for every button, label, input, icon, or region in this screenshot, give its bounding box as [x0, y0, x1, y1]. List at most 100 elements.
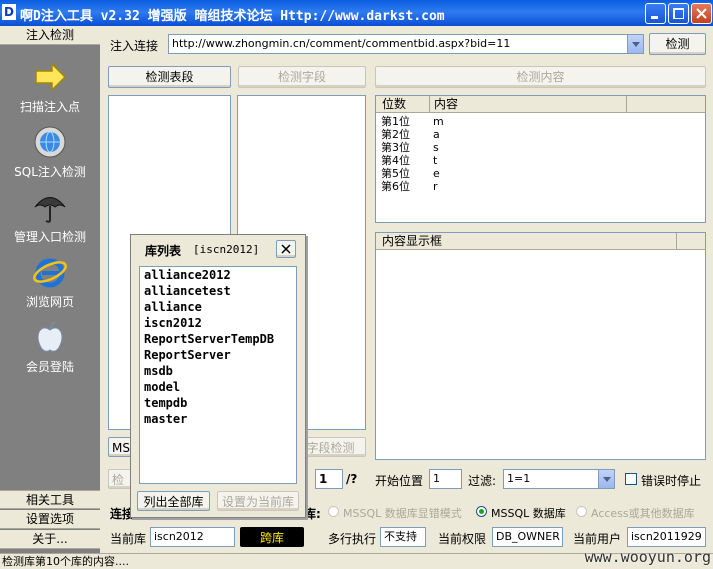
- grid-row[interactable]: 第3位: [381, 141, 410, 154]
- globe-gear-icon: [34, 126, 66, 158]
- grid-row[interactable]: 第5位: [381, 167, 410, 180]
- list-all-button[interactable]: 列出全部库: [137, 491, 210, 511]
- db-list[interactable]: alliance2012 alliancetest alliance iscn2…: [139, 266, 297, 484]
- maximize-icon: [673, 8, 684, 19]
- sidebar-item-label: 扫描注入点: [19, 100, 80, 114]
- grid-cell: e: [433, 167, 440, 180]
- list-item[interactable]: iscn2012: [144, 315, 202, 331]
- list-item[interactable]: alliancetest: [144, 283, 231, 299]
- close-button[interactable]: [691, 3, 712, 24]
- arrow-right-icon: [35, 62, 67, 92]
- grid-cell: s: [433, 141, 439, 154]
- content-display-header: 内容显示框: [376, 233, 705, 250]
- sidebar-item-member[interactable]: 会员登陆: [0, 320, 100, 384]
- content-display-title: 内容显示框: [382, 234, 443, 248]
- url-dropdown-arrow-icon[interactable]: [627, 35, 643, 53]
- radio-access-label: Access或其他数据库: [591, 507, 695, 520]
- filter-select[interactable]: 1=1: [503, 469, 615, 489]
- list-item[interactable]: ReportServer: [144, 347, 231, 363]
- window-title: 啊D注入工具 v2.32 增强版 暗组技术论坛 Http://www.darks…: [20, 9, 445, 24]
- user-field: iscn2011929: [627, 527, 706, 547]
- sidebar-item-label: 管理入口检测: [13, 230, 86, 244]
- umbrella-icon: [34, 197, 66, 223]
- radio-mssql-error[interactable]: [328, 506, 339, 517]
- ie-browser-icon: [33, 258, 67, 288]
- title-bar[interactable]: D 啊D注入工具 v2.32 增强版 暗组技术论坛 Http://www.dar…: [0, 0, 713, 26]
- radio-mssql-label: MSSQL 数据库: [491, 507, 566, 520]
- list-item[interactable]: alliance2012: [144, 267, 231, 283]
- sidebar-tab-injection[interactable]: 注入检测: [0, 26, 100, 45]
- current-db-label: 当前库: [110, 532, 147, 546]
- sidebar-tab-tools[interactable]: 相关工具: [0, 490, 100, 509]
- switch-db-button[interactable]: 跨库: [240, 527, 304, 547]
- watermark: www.wooyun.org: [584, 548, 711, 566]
- close-icon: [281, 244, 291, 254]
- list-item[interactable]: master: [144, 411, 187, 427]
- url-value: http://www.zhongmin.cn/comment/commentbi…: [172, 37, 511, 50]
- minimize-button[interactable]: [645, 3, 666, 24]
- start-position-input[interactable]: 1: [429, 469, 462, 489]
- list-item[interactable]: alliance: [144, 299, 202, 315]
- list-item[interactable]: msdb: [144, 363, 173, 379]
- list-item[interactable]: tempdb: [144, 395, 187, 411]
- radio-mssql-error-label: MSSQL 数据库显错模式: [343, 507, 462, 520]
- current-db-field[interactable]: iscn2012: [150, 527, 235, 547]
- sidebar-tab-settings[interactable]: 设置选项: [0, 510, 100, 529]
- grid-header: 位数 内容: [376, 96, 705, 113]
- app-icon: D: [2, 4, 16, 20]
- stop-on-error-label: 错误时停止: [641, 474, 702, 488]
- list-item[interactable]: ReportServerTempDB: [144, 331, 274, 347]
- content-display-divider: [676, 233, 677, 249]
- count-input[interactable]: 1: [315, 469, 343, 489]
- sidebar-item-label: 会员登陆: [25, 360, 74, 374]
- multi-exec-label: 多行执行: [328, 532, 377, 546]
- grid-row[interactable]: 第2位: [381, 128, 410, 141]
- status-text: 检测库第10个库的内容....: [2, 555, 129, 568]
- grid-header-position[interactable]: 位数: [382, 96, 406, 112]
- detect-content-button[interactable]: 检测内容: [375, 66, 706, 88]
- maximize-button[interactable]: [668, 3, 689, 24]
- set-current-db-button[interactable]: 设置为当前库: [217, 491, 299, 511]
- detect-fields-button[interactable]: 检测字段: [238, 66, 366, 88]
- radio-mssql[interactable]: [476, 506, 487, 517]
- list-item[interactable]: model: [144, 379, 180, 395]
- sidebar-item-browse[interactable]: 浏览网页: [0, 255, 100, 319]
- popup-title: 库列表: [145, 244, 182, 258]
- radio-access[interactable]: [576, 506, 587, 517]
- content-display[interactable]: 内容显示框: [375, 232, 706, 460]
- filter-dropdown-arrow-icon[interactable]: [598, 470, 614, 488]
- content-grid[interactable]: 位数 内容 第1位 m 第2位 a 第3位 s 第4位 t 第5位 e 第6位 …: [375, 95, 706, 223]
- sidebar-item-label: SQL注入检测: [14, 165, 86, 179]
- sidebar-item-admin[interactable]: 管理入口检测: [0, 190, 100, 254]
- detect-tables-button[interactable]: 检测表段: [108, 66, 231, 88]
- grid-cell: r: [433, 180, 438, 193]
- sidebar-tab-about[interactable]: 关于...: [0, 530, 100, 549]
- minimize-icon: [651, 16, 658, 19]
- detect-button[interactable]: 检测: [649, 33, 706, 55]
- grid-cell: t: [433, 154, 438, 167]
- count-suffix: /?: [346, 472, 358, 486]
- stop-on-error-checkbox[interactable]: [625, 473, 637, 485]
- grid-row[interactable]: 第4位: [381, 154, 410, 167]
- user-label: 当前用户: [573, 532, 622, 546]
- url-input[interactable]: http://www.zhongmin.cn/comment/commentbi…: [168, 34, 644, 54]
- close-icon: [696, 8, 707, 19]
- db-list-popup[interactable]: 库列表 [iscn2012] alliance2012 alliancetest…: [130, 234, 306, 518]
- perm-field: DB_OWNER: [492, 527, 563, 547]
- sidebar-item-scan[interactable]: 扫描注入点: [0, 60, 100, 124]
- url-label: 注入连接: [110, 39, 159, 53]
- filter-value: 1=1: [507, 472, 531, 485]
- apple-icon: [37, 321, 63, 352]
- grid-header-content[interactable]: 内容: [429, 96, 627, 112]
- grid-row[interactable]: 第1位: [381, 115, 410, 128]
- multi-exec-field: 不支持: [380, 527, 426, 547]
- start-position-label: 开始位置: [375, 474, 424, 488]
- grid-cell: m: [433, 115, 444, 128]
- perm-label: 当前权限: [438, 532, 487, 546]
- popup-close-button[interactable]: [276, 240, 296, 258]
- sidebar-item-label: 浏览网页: [25, 295, 74, 309]
- grid-row[interactable]: 第6位: [381, 180, 410, 193]
- sidebar: 注入检测 扫描注入点 SQL注入检测 管理入口检测 浏览网页 会员登陆 相关工具…: [0, 26, 100, 553]
- db-type-label: 库:: [304, 507, 321, 521]
- sidebar-item-sql[interactable]: SQL注入检测: [0, 125, 100, 189]
